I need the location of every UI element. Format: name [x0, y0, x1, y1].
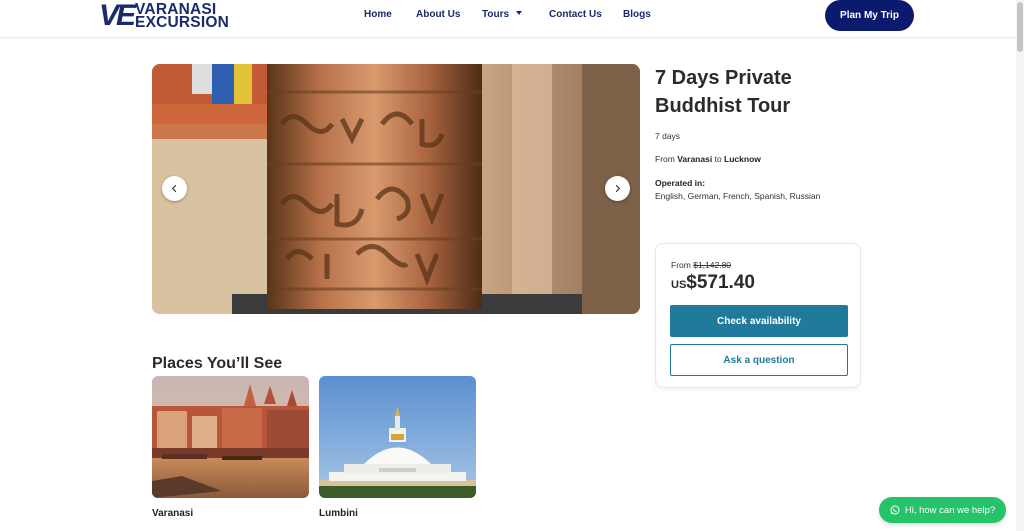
logo-line-2: EXCURSION: [135, 14, 229, 31]
nav-tours-label: Tours: [482, 9, 510, 20]
tour-languages: English, German, French, Spanish, Russia…: [655, 191, 821, 201]
price-currency: US: [671, 279, 687, 291]
route-from-word: From: [655, 154, 675, 164]
current-price: US$571.40: [671, 272, 755, 294]
route-from-city: Varanasi: [677, 154, 713, 164]
price-value: $571.40: [686, 272, 755, 293]
tour-duration: 7 days: [655, 131, 681, 141]
place-card-varanasi[interactable]: Varanasi: [152, 376, 309, 519]
whatsapp-chat-button[interactable]: Hi, how can we help?: [879, 497, 1006, 523]
site-logo[interactable]: VE VARANASI EXCURSION: [99, 1, 229, 31]
varanasi-photo: [152, 376, 309, 498]
operated-label-text: Operated in:: [655, 178, 706, 188]
nav-contact-us[interactable]: Contact Us: [549, 9, 602, 20]
tour-route: From Varanasi to Lucknow: [655, 153, 761, 166]
gallery-next-button[interactable]: [605, 176, 630, 201]
place-name-lumbini: Lumbini: [319, 508, 358, 519]
logo-mark: VE: [99, 0, 136, 32]
plan-my-trip-button[interactable]: Plan My Trip: [825, 0, 914, 31]
nav-home[interactable]: Home: [364, 9, 392, 20]
operated-label: Operated in:: [655, 177, 705, 190]
place-image-varanasi[interactable]: [152, 376, 309, 498]
gallery-prev-button[interactable]: [162, 176, 187, 201]
route-to-city: Lucknow: [724, 154, 761, 164]
from-label: From: [671, 260, 691, 270]
places-section-title: Places You’ll See: [152, 355, 283, 372]
page-scrollbar[interactable]: [1016, 0, 1024, 531]
nav-tours[interactable]: Tours: [482, 9, 523, 20]
original-price: $1,142.80: [693, 260, 732, 270]
chevron-down-icon: [516, 11, 523, 15]
tour-title: 7 Days Private Buddhist Tour: [655, 67, 792, 117]
check-availability-button[interactable]: Check availability: [670, 305, 848, 337]
booking-card: From $1,142.80 US$571.40 Check availabil…: [655, 243, 861, 388]
site-header: VE VARANASI EXCURSION Home About Us Tour…: [0, 0, 1016, 38]
scrollbar-thumb[interactable]: [1017, 2, 1023, 52]
nav-blogs[interactable]: Blogs: [623, 9, 651, 20]
place-image-lumbini[interactable]: [319, 376, 476, 498]
place-name-varanasi: Varanasi: [152, 508, 194, 519]
whatsapp-label: Hi, how can we help?: [904, 504, 996, 516]
prayer-wheel-photo: [152, 64, 640, 314]
chevron-right-icon: [615, 184, 621, 193]
tour-image-gallery: [152, 64, 640, 314]
nav-about-us[interactable]: About Us: [416, 9, 460, 20]
place-card-lumbini[interactable]: Lumbini: [319, 376, 476, 519]
lumbini-photo: [319, 376, 476, 498]
route-to-word: to: [714, 154, 722, 164]
ask-question-button[interactable]: Ask a question: [670, 344, 848, 376]
logo-text: VARANASI EXCURSION: [135, 2, 229, 31]
whatsapp-icon: [890, 505, 900, 515]
chevron-left-icon: [171, 184, 177, 193]
price-from-line: From $1,142.80: [671, 260, 731, 270]
